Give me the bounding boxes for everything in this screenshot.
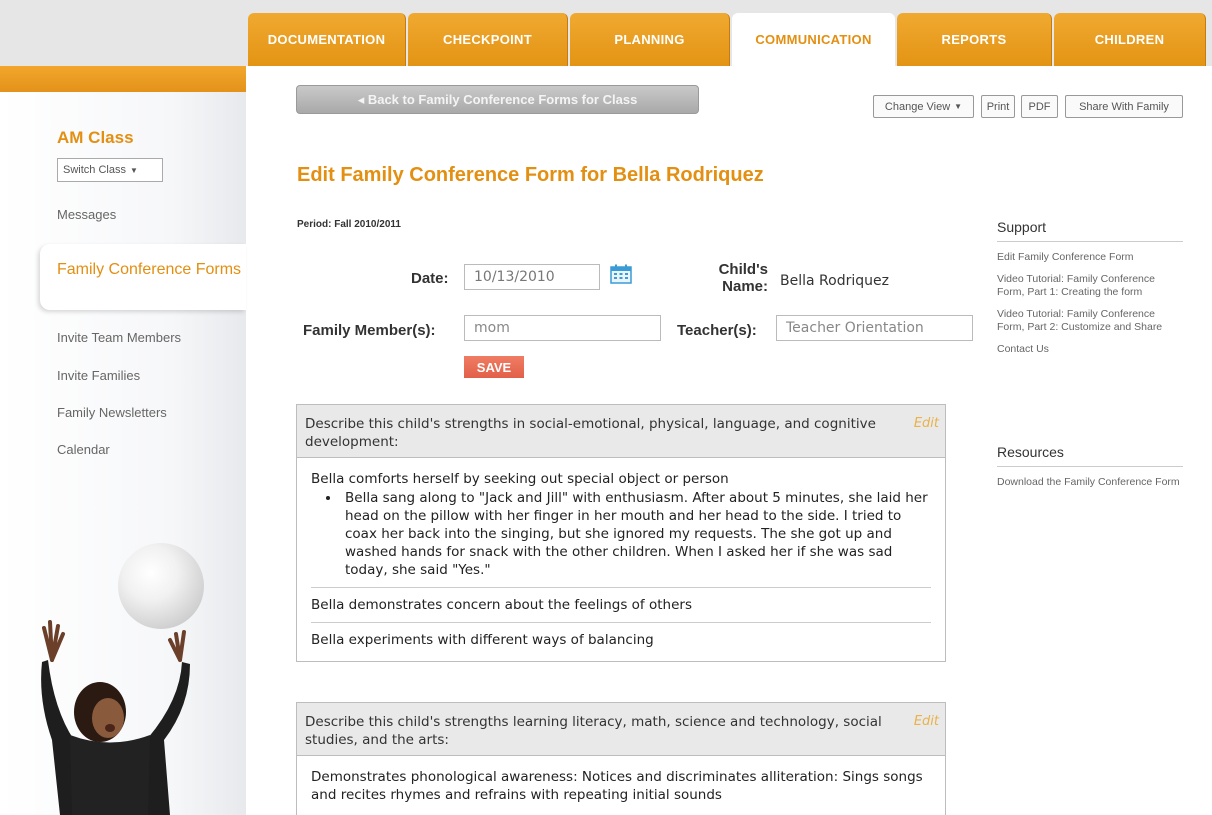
list-item: Bella comforts herself by seeking out sp… [311, 462, 931, 588]
child-illustration [41, 620, 190, 815]
switch-class-label: Switch Class [63, 164, 126, 176]
resources-panel: Resources Download the Family Conference… [997, 444, 1183, 489]
tab-reports[interactable]: REPORTS [897, 13, 1052, 66]
main-nav-tabs: DOCUMENTATION CHECKPOINT PLANNING COMMUN… [248, 13, 1206, 66]
switch-class-select[interactable]: Switch Class ▼ [57, 158, 163, 182]
list-item: Demonstrates phonological awareness: Not… [311, 769, 923, 803]
edit-link[interactable]: Edit [914, 713, 939, 731]
page-title: Edit Family Conference Form for Bella Ro… [297, 164, 764, 186]
support-link[interactable]: Contact Us [997, 343, 1183, 356]
teacher-label: Teacher(s): [677, 322, 757, 339]
list-item: Bella experiments with different ways of… [311, 632, 654, 648]
family-member-label: Family Member(s): [303, 322, 436, 339]
chevron-down-icon: ▼ [129, 165, 138, 175]
observation-note: Bella sang along to "Jack and Jill" with… [341, 489, 931, 579]
sidebar-header-stripe [0, 66, 246, 92]
edit-link[interactable]: Edit [914, 415, 939, 433]
support-link[interactable]: Video Tutorial: Family Conference Form, … [997, 273, 1183, 299]
sidebar-item-invite-families[interactable]: Invite Families [57, 368, 140, 383]
support-link[interactable]: Video Tutorial: Family Conference Form, … [997, 308, 1183, 334]
save-button[interactable]: SAVE [464, 356, 524, 378]
family-member-field[interactable]: mom [464, 315, 661, 341]
support-title: Support [997, 219, 1183, 242]
section-social-emotional: Describe this child's strengths in socia… [296, 404, 946, 662]
sidebar-item-messages[interactable]: Messages [57, 207, 116, 222]
bubble-illustration [118, 543, 204, 629]
print-button[interactable]: Print [981, 95, 1015, 118]
sidebar-item-label: Family Conference Forms [57, 261, 242, 278]
change-view-dropdown[interactable]: Change View ▼ [873, 95, 974, 118]
support-link[interactable]: Edit Family Conference Form [997, 251, 1183, 264]
sidebar-item-calendar[interactable]: Calendar [57, 442, 110, 457]
date-field[interactable]: 10/13/2010 [464, 264, 600, 290]
section-literacy-math: Describe this child's strengths learning… [296, 702, 946, 815]
teacher-value: Teacher Orientation [786, 320, 924, 336]
share-with-family-button[interactable]: Share With Family [1065, 95, 1183, 118]
child-name-label: Child's Name: [718, 261, 768, 295]
resources-title: Resources [997, 444, 1183, 467]
tab-children[interactable]: CHILDREN [1054, 13, 1206, 66]
tab-documentation[interactable]: DOCUMENTATION [248, 13, 406, 66]
back-to-forms-button[interactable]: ◂ Back to Family Conference Forms for Cl… [296, 85, 699, 114]
section-question: Describe this child's strengths learning… [297, 703, 945, 756]
period-label: Period: Fall 2010/2011 [297, 219, 401, 230]
family-member-value: mom [474, 320, 510, 336]
sidebar-item-family-newsletters[interactable]: Family Newsletters [57, 405, 167, 420]
date-value: 10/13/2010 [474, 269, 555, 285]
chevron-down-icon: ▼ [954, 102, 963, 111]
tab-planning[interactable]: PLANNING [570, 13, 730, 66]
tab-checkpoint[interactable]: CHECKPOINT [408, 13, 568, 66]
class-title: AM Class [57, 128, 134, 147]
sidebar-item-invite-team-members[interactable]: Invite Team Members [57, 330, 181, 345]
calendar-icon[interactable] [610, 264, 632, 284]
pdf-button[interactable]: PDF [1021, 95, 1058, 118]
list-item: Bella demonstrates concern about the fee… [311, 588, 931, 623]
sidebar-item-family-conference-forms[interactable]: Family Conference Forms [40, 244, 246, 310]
teacher-field[interactable]: Teacher Orientation [776, 315, 973, 341]
date-label: Date: [411, 270, 449, 287]
change-view-label: Change View [884, 100, 951, 113]
child-name-value: Bella Rodriquez [780, 273, 889, 289]
section-question: Describe this child's strengths in socia… [297, 405, 945, 458]
tab-communication[interactable]: COMMUNICATION [732, 13, 895, 66]
support-panel: Support Edit Family Conference Form Vide… [997, 219, 1183, 356]
resource-link[interactable]: Download the Family Conference Form [997, 476, 1183, 489]
